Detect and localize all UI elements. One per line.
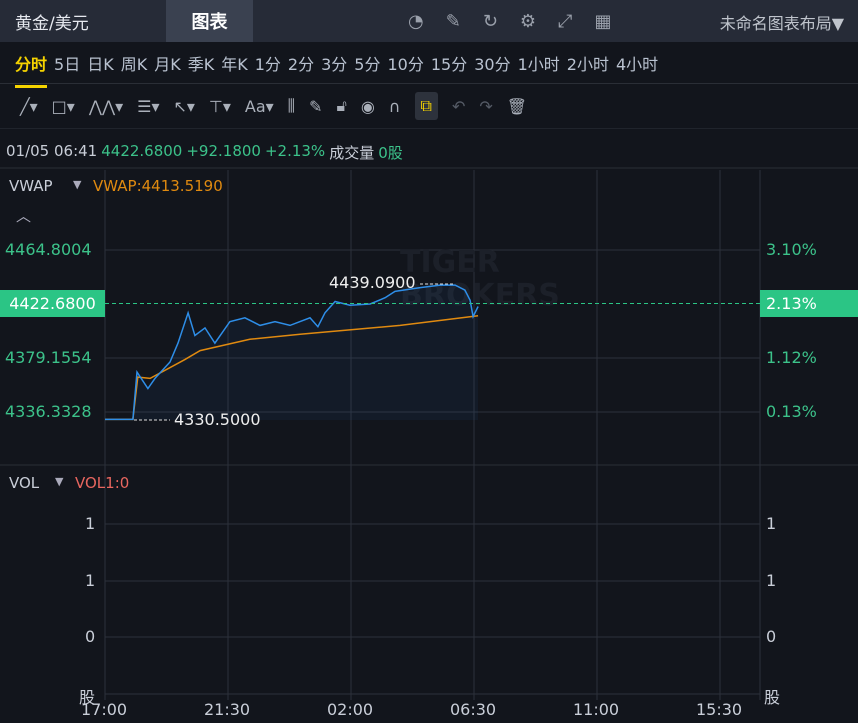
x-tick: 06:30 [450,700,497,719]
vwap-value: VWAP:4413.5190 [93,177,223,195]
y-tick: 4464.8004 [5,240,92,259]
low-label: 4330.5000 [174,410,261,429]
x-tick: 02:00 [327,700,374,719]
pct-tick: 3.10% [766,240,817,259]
pct-tick: 0.13% [766,402,817,421]
x-tick: 15:30 [696,700,743,719]
y-tick: 4336.3328 [5,402,92,421]
price-area [105,285,479,420]
vol-value: VOL1:0 [75,474,130,492]
vol-tick: 0 [85,627,96,646]
vwap-indicator[interactable]: VWAP [9,177,53,195]
vol-tick: 1 [766,571,777,590]
vol-tick: 1 [85,514,96,533]
y-tick: 4379.1554 [5,348,92,367]
vol-tick: 股 [764,688,781,707]
current-pct-tag: 2.13% [760,290,858,317]
high-label: 4439.0900 [329,273,416,292]
x-tick: 17:00 [81,700,128,719]
chevron-down-icon[interactable]: ▼ [55,475,63,488]
vol-tick: 1 [85,571,96,590]
vol-tick: 0 [766,627,777,646]
price-chart[interactable]: TIGERBROKERS [0,0,858,723]
chevron-down-icon[interactable]: ▼ [73,178,81,191]
x-tick: 11:00 [573,700,620,719]
collapse-icon[interactable]: ︿ [16,205,31,226]
vol-tick: 1 [766,514,777,533]
current-price-tag: 4422.6800 [0,290,105,317]
x-tick: 21:30 [204,700,251,719]
pct-tick: 1.12% [766,348,817,367]
vol-indicator[interactable]: VOL [9,474,39,492]
